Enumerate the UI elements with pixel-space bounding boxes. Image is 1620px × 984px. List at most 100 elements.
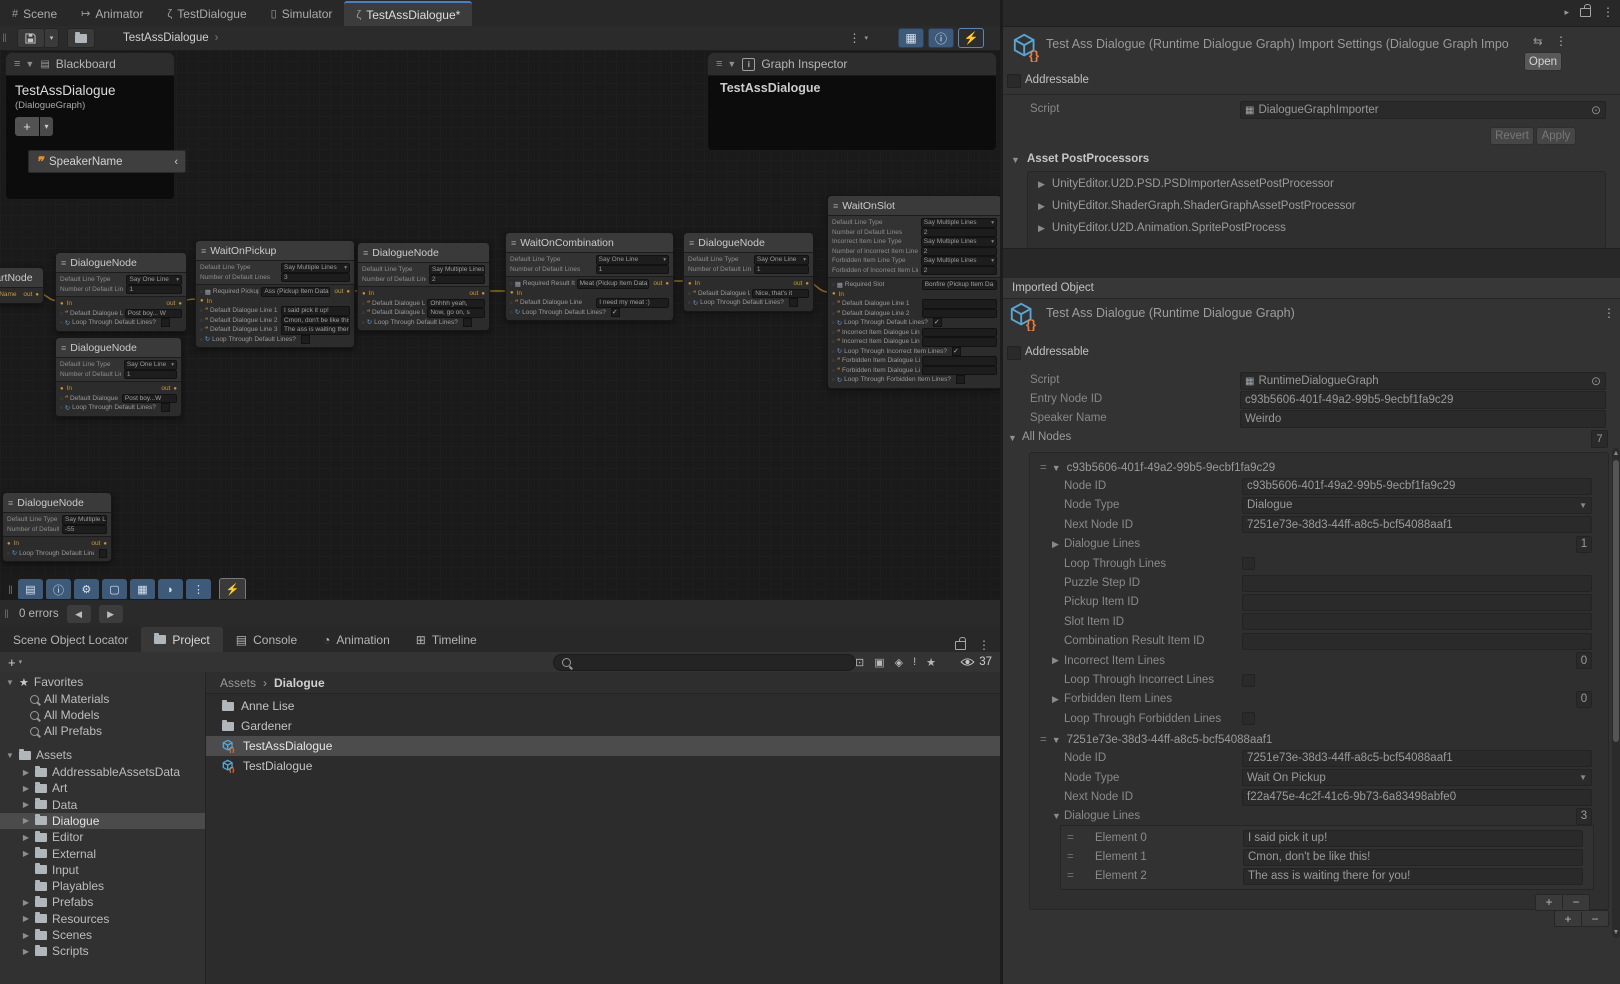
node-prop-input[interactable]: 1 [124,370,177,380]
foldout-arrow-icon[interactable]: ▶ [1052,539,1059,550]
in-port-icon[interactable]: ● [832,291,836,297]
next-error-button[interactable]: ▶ [99,605,123,623]
in-port-icon[interactable]: ● [60,301,64,307]
project-item-testdialogue[interactable]: {}TestDialogue [206,756,1016,776]
node-text-field[interactable]: Post boy...W [122,394,177,404]
add-variable-button[interactable]: + [15,117,39,136]
expand-arrow-icon[interactable]: ▶ [1038,223,1045,234]
toolbar-handle[interactable]: ‖ [8,583,13,597]
graph-inspector-header[interactable]: ≡ ▼ Graph Inspector [708,53,996,76]
window-tab-testassdialogue[interactable]: ζTestAssDialogue* [344,1,472,26]
node-header[interactable]: ≡WaitOnPickup [196,241,354,261]
tree-folder-input[interactable]: Input [0,862,206,878]
panel-toggle-button[interactable]: ▦ [898,28,924,48]
node-checkbox[interactable] [933,318,942,327]
dock-tab-timeline[interactable]: ⊞Timeline [403,627,490,652]
window-tab-simulator[interactable]: ▯Simulator [259,1,345,26]
all-nodes-header[interactable]: All Nodes [1022,431,1071,443]
row-checkbox[interactable] [1242,712,1255,725]
drag-handle-icon[interactable]: = [1040,462,1046,474]
row-label[interactable]: Incorrect Item Lines [1064,655,1165,667]
node-prop-dropdown[interactable]: Say One Line▾ [596,255,669,265]
output-port[interactable]: out● [91,540,107,547]
out-port-icon[interactable]: ● [346,289,350,295]
node-text-field[interactable] [922,356,997,366]
out-port-icon[interactable]: ● [481,291,485,297]
node-object-field[interactable]: Ass (Pickup Item Data)⊙ [261,287,330,297]
add-variable-dropdown[interactable]: ▾ [40,117,53,136]
node-prop-input[interactable]: 2 [921,266,997,276]
graph-node-waitonslot[interactable]: ≡WaitOnSlotDefault Line TypeSay Multiple… [827,195,1000,389]
addressable-checkbox[interactable] [1007,346,1021,360]
scroll-up-icon[interactable]: ▲ [1612,450,1620,457]
prev-error-button[interactable]: ◀ [67,605,91,623]
speaker-name-field[interactable]: Weirdo [1240,410,1606,428]
node-prop-input[interactable]: 1 [596,265,669,275]
foldout-arrow-icon[interactable]: ▶ [1052,655,1059,666]
node-prop-input[interactable]: 1 [126,285,182,295]
tree-item-all-materials[interactable]: All Materials [0,691,206,707]
out-port-icon[interactable]: ● [665,281,669,287]
tree-folder-data[interactable]: ▶Data [0,797,206,813]
graph-inspector-panel[interactable]: ≡ ▼ Graph Inspector TestAssDialogue [707,52,997,151]
element-field[interactable]: Cmon, don't be like this! [1243,849,1583,866]
scrollbar-thumb[interactable] [1613,460,1619,742]
postprocessor-row[interactable]: ▶UnityEditor.U2D.PSD.PSDImporterAssetPos… [1038,178,1334,190]
row-dropdown[interactable]: Wait On Pickup▼ [1242,769,1592,786]
graph-node-startnode[interactable]: ≡StartNodeSpeakerNameout● [0,267,44,304]
debug-button[interactable]: ⚡ [219,578,246,599]
node-checkbox[interactable] [956,375,965,384]
output-port[interactable]: out● [161,385,177,392]
save-button[interactable] [17,28,45,48]
toolbar-handle[interactable]: ‖ [4,607,9,621]
node-prop-dropdown[interactable]: Say Multiple Lines▾ [921,256,997,266]
output-port[interactable]: out● [166,300,182,307]
foldout-arrow-icon[interactable]: ▼ [1052,463,1061,473]
list-add-remove-buttons[interactable]: +− [1535,894,1590,911]
expand-arrow-icon[interactable]: ▶ [22,816,30,825]
node-text-field[interactable] [922,309,997,319]
info-button[interactable]: ⓘ [46,579,71,599]
out-port-icon[interactable]: ● [178,301,182,307]
tree-folder-prefabs[interactable]: ▶Prefabs [0,894,206,910]
drag-handle-icon[interactable]: = [1067,870,1073,882]
node-text-field[interactable]: Post boy... W [125,309,182,319]
node-prop-input[interactable]: 2 [921,228,997,238]
dock-menu-icon[interactable]: ⋮ [978,638,990,652]
tree-favorites[interactable]: ▼★Favorites [0,674,206,690]
expand-arrow-icon[interactable]: ▶ [22,833,30,842]
input-port[interactable]: ●In [510,290,522,297]
lock-icon[interactable] [955,641,966,650]
toolbar-menu-dropdown[interactable]: ▾ [864,34,868,42]
node-checkbox[interactable] [161,403,170,412]
tree-folder-scripts[interactable]: ▶Scripts [0,943,206,959]
node-header[interactable]: ≡WaitOnSlot [828,196,1000,216]
scroll-down-icon[interactable]: ▼ [1612,929,1620,936]
drag-handle-icon[interactable]: ≡ [716,58,721,70]
row-label[interactable]: Dialogue Lines [1064,810,1140,822]
out-port-icon[interactable]: ● [103,541,107,547]
lock-icon[interactable] [1580,8,1591,17]
node-checkbox[interactable] [301,335,310,344]
dock-tab-scene-object-locator[interactable]: Scene Object Locator [0,627,141,652]
object-picker-icon[interactable]: ⊙ [1591,103,1601,117]
remove-element-button[interactable]: − [1562,895,1589,909]
window-tab-animator[interactable]: ↦Animator [69,1,155,26]
node-entry-header[interactable]: =▼7251e73e-38d3-44ff-a8c5-bcf54088aaf1 [1030,731,1608,749]
node-text-field[interactable] [922,299,997,309]
in-port-icon[interactable]: ● [688,281,692,287]
project-item-gardener[interactable]: Gardener [206,716,1016,736]
node-checkbox[interactable] [99,549,107,558]
drag-handle-icon[interactable]: = [1067,832,1073,844]
output-port[interactable]: out● [23,291,39,298]
node-header[interactable]: ≡DialogueNode [3,493,111,513]
foldout-arrow-icon[interactable]: ▼ [1011,155,1020,165]
graph-node-waitonpickup[interactable]: ≡WaitOnPickupDefault Line TypeSay Multip… [195,240,355,348]
node-checkbox[interactable] [952,347,961,356]
expand-arrow-icon[interactable]: ▶ [22,784,30,793]
object-picker-icon[interactable]: ⊙ [1591,374,1601,388]
tree-folder-external[interactable]: ▶External [0,846,206,862]
visibility-toggle[interactable]: 37 [960,652,992,672]
revert-button[interactable]: Revert [1490,127,1534,145]
load-button[interactable] [67,28,95,48]
